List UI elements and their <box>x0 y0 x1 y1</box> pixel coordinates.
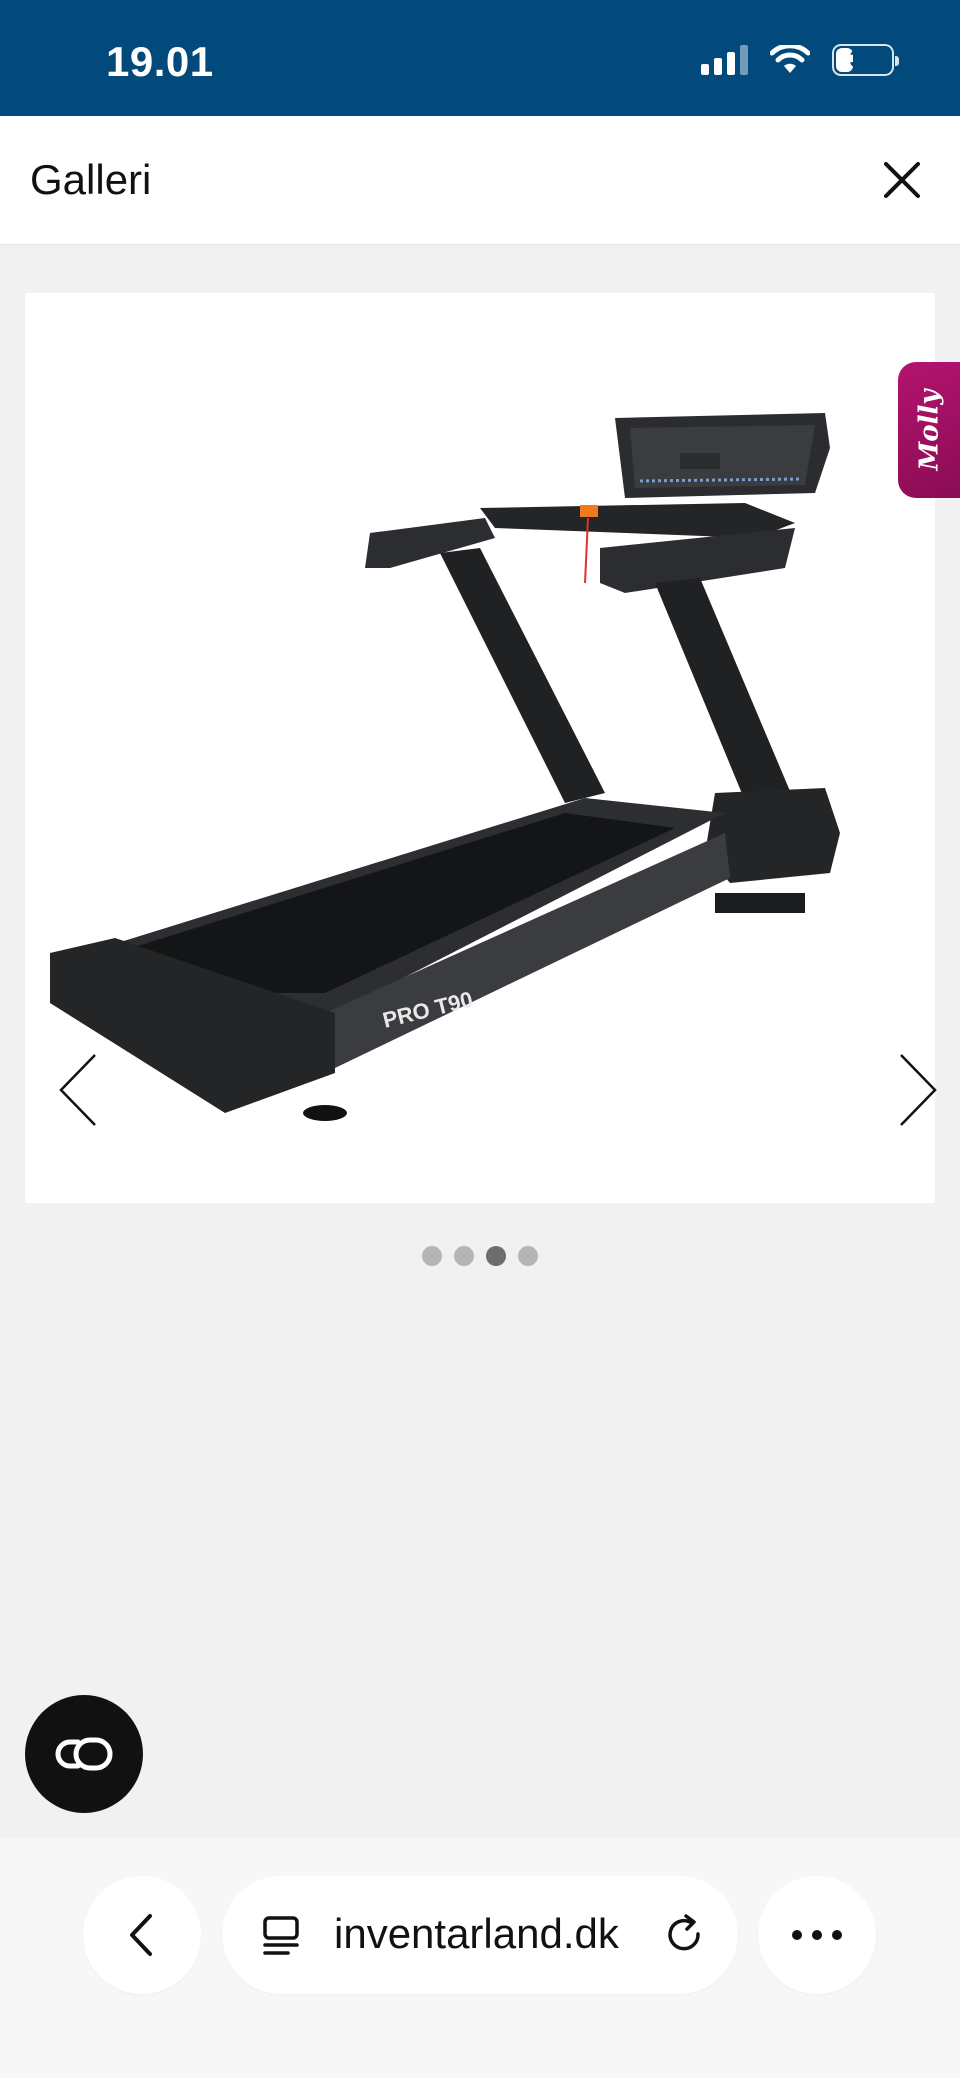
battery-tip <box>895 56 899 66</box>
pagination-dot[interactable] <box>518 1246 538 1266</box>
page-title: Galleri <box>30 156 152 203</box>
gallery-image-frame: PRO T90 <box>25 293 937 1203</box>
chevron-left-icon <box>59 1054 96 1126</box>
link-icon <box>55 1737 113 1771</box>
status-time: 19.01 <box>106 38 214 85</box>
browser-back-button[interactable] <box>83 1876 201 1994</box>
link-button[interactable] <box>25 1695 143 1813</box>
gallery-next-button[interactable] <box>883 1045 943 1135</box>
status-icons: 31 <box>701 44 899 76</box>
pagination-dot[interactable] <box>454 1246 474 1266</box>
chevron-right-icon <box>900 1054 937 1126</box>
gallery-header: Galleri <box>0 116 960 245</box>
chevron-left-icon <box>130 1914 152 1956</box>
status-bar: 19.01 31 <box>0 0 960 116</box>
page-menu-icon <box>263 1916 299 1955</box>
reload-icon[interactable] <box>662 1912 708 1958</box>
treadmill-image: PRO T90 <box>50 413 840 1121</box>
close-icon <box>884 162 920 198</box>
battery-icon: 31 <box>832 44 899 76</box>
close-button[interactable] <box>872 150 932 210</box>
url-text: inventarland.dk <box>334 1910 619 1957</box>
pagination-dot[interactable] <box>486 1246 506 1266</box>
address-bar[interactable]: inventarland.dk <box>222 1876 738 1994</box>
browser-more-button[interactable] <box>758 1876 876 1994</box>
molly-chat-tab[interactable]: Molly <box>898 362 960 498</box>
more-icon <box>792 1930 842 1940</box>
cellular-signal-icon <box>701 45 748 75</box>
wifi-icon <box>770 45 810 73</box>
battery-level: 31 <box>849 46 877 73</box>
pagination-dot[interactable] <box>422 1246 442 1266</box>
browser-toolbar: inventarland.dk <box>0 1838 960 2078</box>
gallery-prev-button[interactable] <box>53 1045 113 1135</box>
gallery-pagination <box>0 1246 960 1266</box>
molly-label: Molly <box>914 389 945 471</box>
